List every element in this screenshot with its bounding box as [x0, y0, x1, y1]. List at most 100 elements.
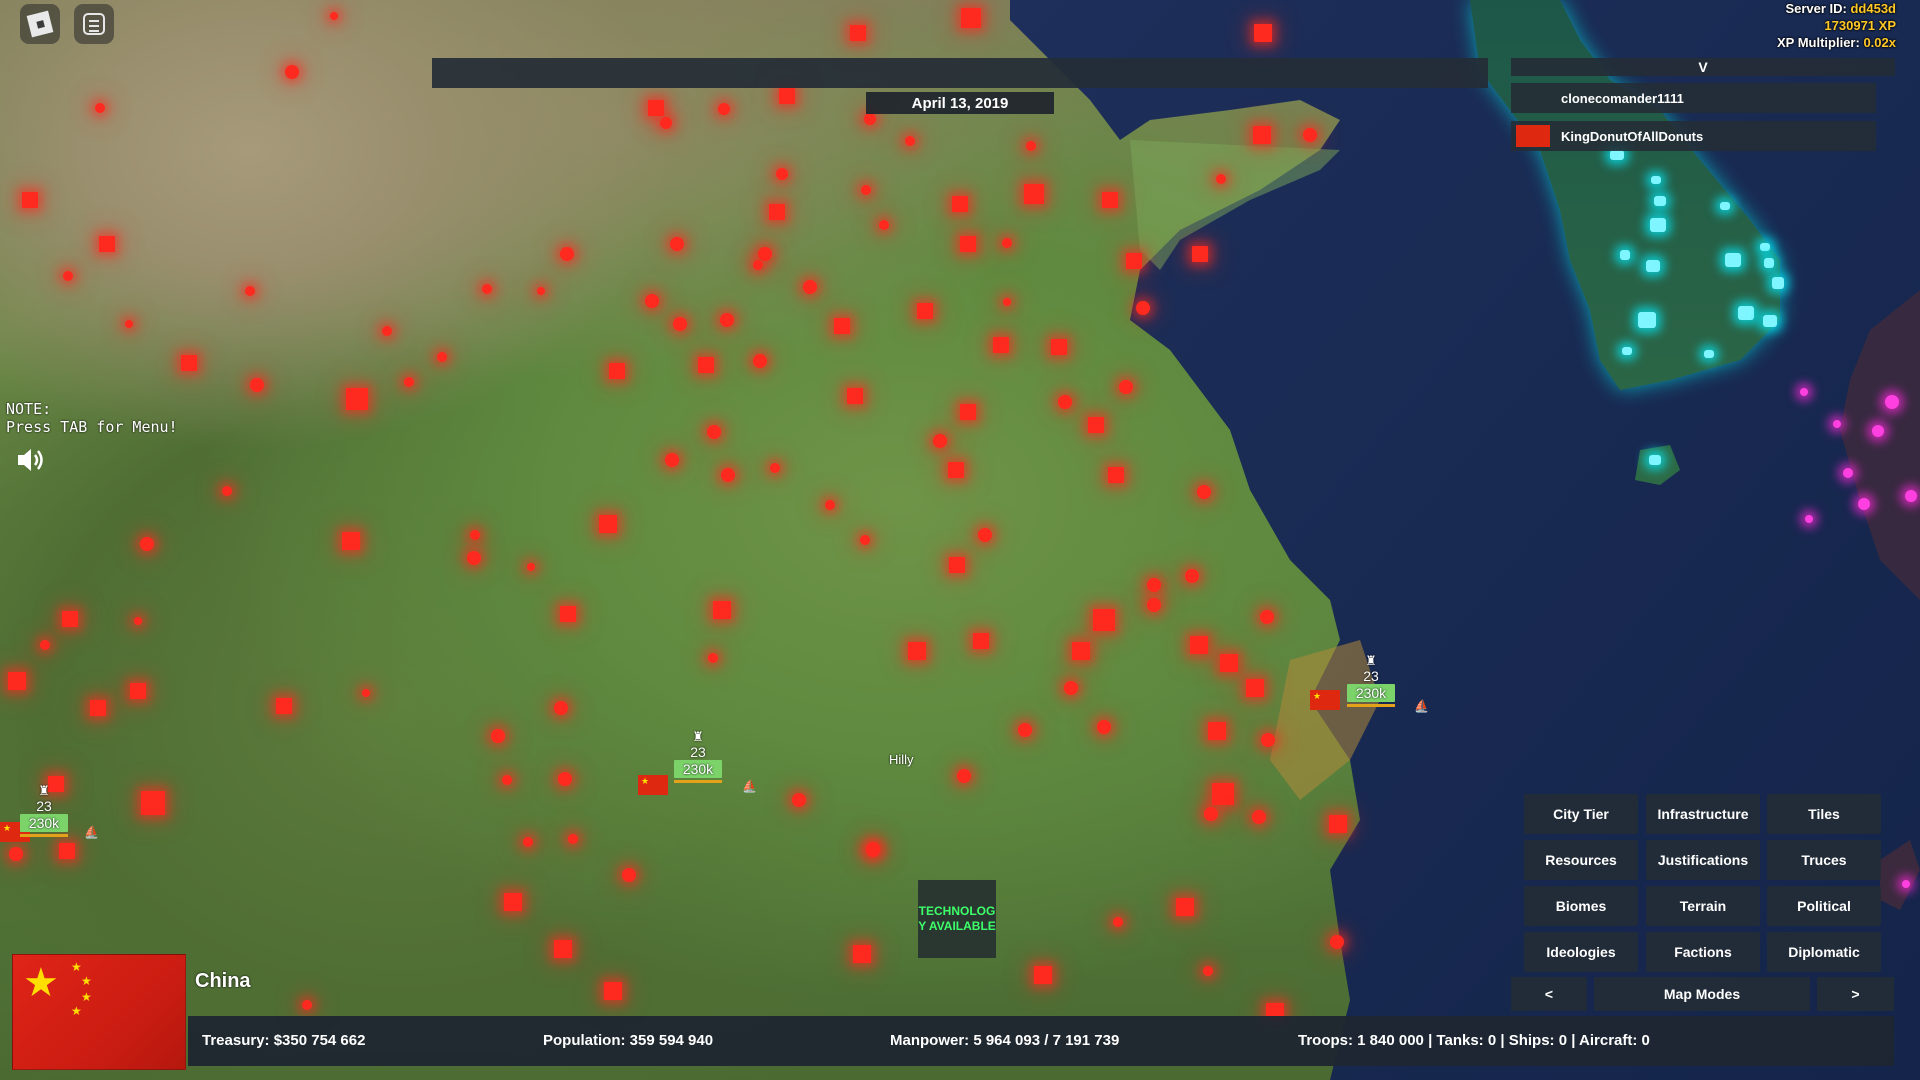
- map-mode-city-tier[interactable]: City Tier: [1524, 794, 1638, 834]
- city-marker[interactable]: [720, 313, 734, 327]
- city-marker[interactable]: [1704, 350, 1714, 358]
- ship-icon[interactable]: ⛵: [84, 826, 99, 838]
- city-marker[interactable]: [622, 868, 636, 882]
- technology-available-button[interactable]: TECHNOLOGY AVAILABLE: [918, 880, 996, 958]
- city-marker[interactable]: [1330, 935, 1344, 949]
- map-mode-next-button[interactable]: >: [1817, 977, 1894, 1011]
- city-marker[interactable]: [803, 280, 817, 294]
- map-mode-truces[interactable]: Truces: [1767, 840, 1881, 880]
- ship-icon[interactable]: ⛵: [1414, 700, 1429, 712]
- army-unit[interactable]: ♜ 23 230k: [1341, 654, 1401, 707]
- city-marker[interactable]: [437, 352, 447, 362]
- city-marker[interactable]: [59, 843, 75, 859]
- city-marker[interactable]: [905, 136, 915, 146]
- city-marker[interactable]: [665, 453, 679, 467]
- city-marker[interactable]: [1800, 388, 1808, 396]
- city-marker[interactable]: [1252, 810, 1266, 824]
- city-marker[interactable]: [1260, 610, 1274, 624]
- city-marker[interactable]: [1725, 253, 1741, 267]
- city-marker[interactable]: [834, 318, 850, 334]
- map-mode-justifications[interactable]: Justifications: [1646, 840, 1760, 880]
- map-mode-factions[interactable]: Factions: [1646, 932, 1760, 972]
- city-marker[interactable]: [346, 388, 368, 410]
- city-marker[interactable]: [1805, 515, 1813, 523]
- city-marker[interactable]: [1649, 455, 1661, 465]
- city-marker[interactable]: [792, 793, 806, 807]
- city-marker[interactable]: [1254, 24, 1272, 42]
- city-marker[interactable]: [960, 236, 976, 252]
- city-marker[interactable]: [1760, 243, 1770, 251]
- city-marker[interactable]: [1620, 250, 1630, 260]
- city-marker[interactable]: [660, 117, 672, 129]
- city-marker[interactable]: [860, 535, 870, 545]
- city-marker[interactable]: [1902, 880, 1910, 888]
- city-marker[interactable]: [63, 271, 73, 281]
- map-mode-tiles[interactable]: Tiles: [1767, 794, 1881, 834]
- city-marker[interactable]: [1261, 733, 1275, 747]
- city-marker[interactable]: [40, 640, 50, 650]
- city-marker[interactable]: [698, 357, 714, 373]
- city-marker[interactable]: [1097, 720, 1111, 734]
- speaker-icon[interactable]: [15, 445, 47, 475]
- city-marker[interactable]: [1203, 966, 1213, 976]
- city-marker[interactable]: [1843, 468, 1853, 478]
- city-marker[interactable]: [825, 500, 835, 510]
- city-marker[interactable]: [776, 168, 788, 180]
- city-marker[interactable]: [1190, 636, 1208, 654]
- city-marker[interactable]: [134, 617, 142, 625]
- city-marker[interactable]: [1610, 150, 1624, 160]
- city-marker[interactable]: [713, 601, 731, 619]
- city-marker[interactable]: [673, 317, 687, 331]
- map-mode-political[interactable]: Political: [1767, 886, 1881, 926]
- city-marker[interactable]: [527, 563, 535, 571]
- city-marker[interactable]: [1102, 192, 1118, 208]
- city-marker[interactable]: [1192, 246, 1208, 262]
- city-marker[interactable]: [537, 287, 545, 295]
- city-marker[interactable]: [125, 320, 133, 328]
- city-marker[interactable]: [1026, 141, 1036, 151]
- city-marker[interactable]: [62, 611, 78, 627]
- city-marker[interactable]: [568, 834, 578, 844]
- city-marker[interactable]: [554, 701, 568, 715]
- city-marker[interactable]: [502, 775, 512, 785]
- city-marker[interactable]: [8, 672, 26, 690]
- city-marker[interactable]: [554, 940, 572, 958]
- city-marker[interactable]: [952, 196, 968, 212]
- city-marker[interactable]: [1119, 380, 1133, 394]
- city-marker[interactable]: [1253, 126, 1271, 144]
- city-marker[interactable]: [1622, 347, 1632, 355]
- city-marker[interactable]: [1051, 339, 1067, 355]
- city-marker[interactable]: [960, 404, 976, 420]
- city-marker[interactable]: [770, 463, 780, 473]
- map-mode-diplomatic[interactable]: Diplomatic: [1767, 932, 1881, 972]
- city-marker[interactable]: [670, 237, 684, 251]
- city-marker[interactable]: [1858, 498, 1870, 510]
- city-marker[interactable]: [861, 185, 871, 195]
- city-marker[interactable]: [1212, 783, 1234, 805]
- city-marker[interactable]: [141, 791, 165, 815]
- city-marker[interactable]: [1058, 395, 1072, 409]
- city-marker[interactable]: [404, 377, 414, 387]
- game-viewport[interactable]: { "header": { "date": "April 13, 2019", …: [0, 0, 1920, 1080]
- chat-button[interactable]: [74, 4, 114, 44]
- city-marker[interactable]: [933, 434, 947, 448]
- city-marker[interactable]: [1220, 654, 1238, 672]
- map-mode-ideologies[interactable]: Ideologies: [1524, 932, 1638, 972]
- city-marker[interactable]: [1738, 306, 1754, 320]
- city-marker[interactable]: [758, 247, 772, 261]
- city-marker[interactable]: [1772, 277, 1784, 289]
- roblox-menu-button[interactable]: [20, 4, 60, 44]
- city-marker[interactable]: [1833, 420, 1841, 428]
- city-marker[interactable]: [342, 532, 360, 550]
- china-flag-icon[interactable]: ★ ★ ★ ★ ★: [12, 954, 186, 1070]
- city-marker[interactable]: [718, 103, 730, 115]
- army-unit[interactable]: ♜ 23 230k: [14, 784, 74, 837]
- player-list-row[interactable]: clonecomander1111: [1511, 83, 1876, 113]
- city-marker[interactable]: [1246, 679, 1264, 697]
- city-marker[interactable]: [504, 893, 522, 911]
- city-marker[interactable]: [978, 528, 992, 542]
- city-marker[interactable]: [599, 515, 617, 533]
- city-marker[interactable]: [523, 837, 533, 847]
- city-marker[interactable]: [779, 88, 795, 104]
- city-marker[interactable]: [1216, 174, 1226, 184]
